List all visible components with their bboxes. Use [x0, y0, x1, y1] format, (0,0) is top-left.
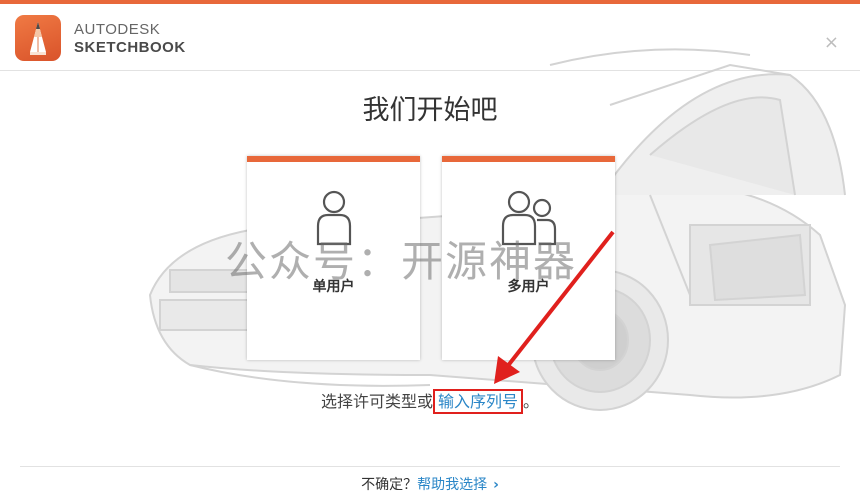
chevron-right-icon[interactable]: › — [493, 477, 499, 493]
help-me-choose-link[interactable]: 帮助我选择 — [417, 477, 487, 493]
footer-prefix: 不确定？ — [361, 477, 418, 493]
footer-divider — [20, 466, 840, 467]
footer: 不确定？帮助我选择 › — [0, 474, 860, 494]
red-annotation-arrow — [494, 230, 615, 384]
